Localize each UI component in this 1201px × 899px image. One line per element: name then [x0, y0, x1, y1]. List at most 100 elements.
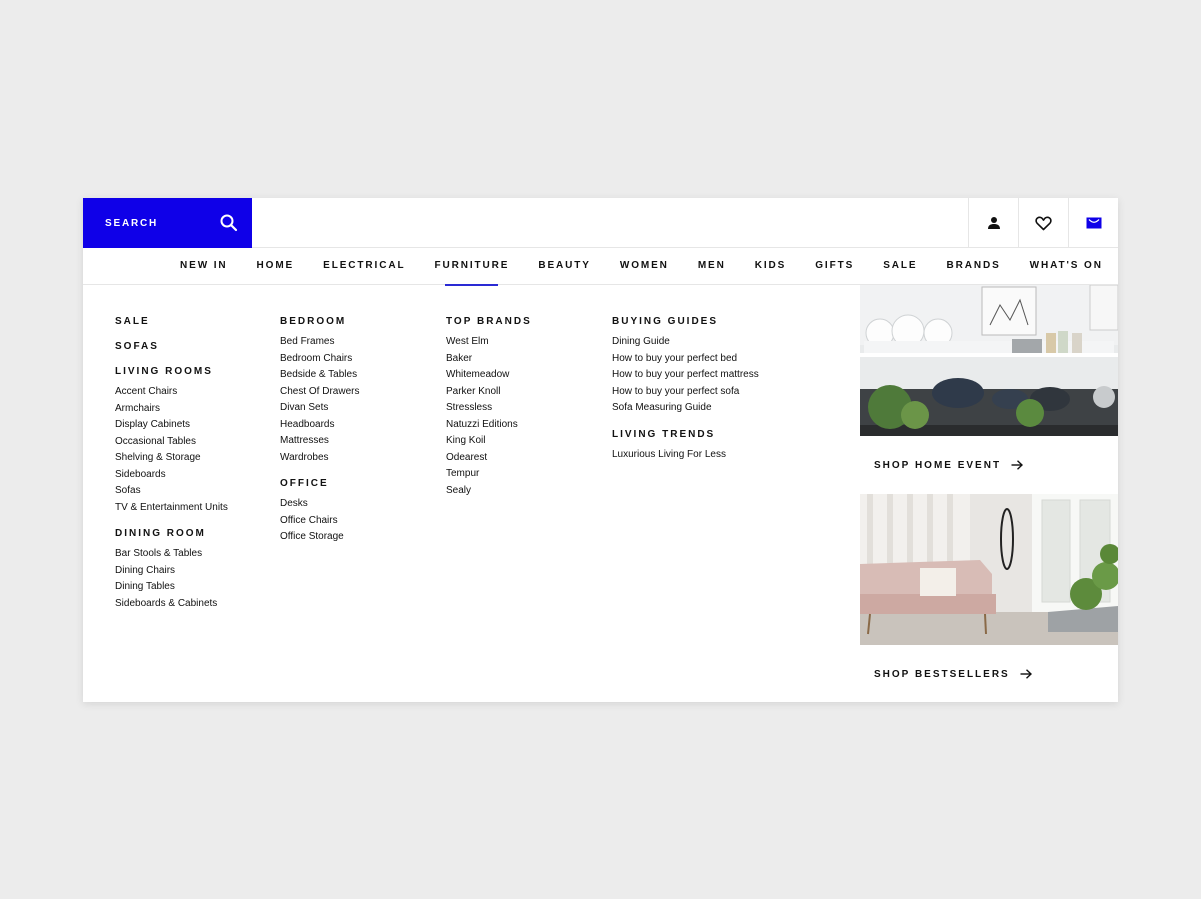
- arrow-right-icon: [1011, 460, 1023, 470]
- nav-item-kids[interactable]: KIDS: [755, 248, 787, 285]
- menu-link[interactable]: How to buy your perfect bed: [612, 351, 759, 368]
- search-icon[interactable]: [219, 213, 239, 233]
- menu-link[interactable]: Luxurious Living For Less: [612, 447, 759, 464]
- shop-bestsellers-link[interactable]: SHOP BESTSELLERS: [860, 645, 1118, 703]
- shop-home-event-label: SHOP HOME EVENT: [874, 460, 1001, 471]
- menu-link[interactable]: Bedside & Tables: [280, 367, 359, 384]
- promo-column: SHOP HOME EVENT SHOP BE: [860, 285, 1118, 703]
- shop-home-event-link[interactable]: SHOP HOME EVENT: [860, 436, 1118, 494]
- kitchenware-promo-image[interactable]: [860, 285, 1118, 436]
- menu-link[interactable]: Headboards: [280, 417, 359, 434]
- menu-link[interactable]: Bedroom Chairs: [280, 351, 359, 368]
- nav-list: NEW IN HOME ELECTRICAL FURNITURE BEAUTY WOMEN…: [180, 248, 1132, 285]
- menu-link[interactable]: Bar Stools & Tables: [115, 546, 228, 563]
- top-brands-links: West ElmBakerWhitemeadowParker KnollStre…: [446, 334, 532, 499]
- menu-link[interactable]: Sealy: [446, 483, 532, 500]
- menu-link[interactable]: Tempur: [446, 466, 532, 483]
- menu-column-3: TOP BRANDS West ElmBakerWhitemeadowParke…: [446, 315, 532, 499]
- menu-link[interactable]: Odearest: [446, 450, 532, 467]
- menu-link[interactable]: Natuzzi Editions: [446, 417, 532, 434]
- section-bedroom: BEDROOM Bed FramesBedroom ChairsBedside …: [280, 315, 359, 466]
- menu-link[interactable]: Wardrobes: [280, 450, 359, 467]
- nav-item-gifts[interactable]: GIFTS: [815, 248, 854, 285]
- menu-link[interactable]: Accent Chairs: [115, 384, 228, 401]
- menu-link[interactable]: Whitemeadow: [446, 367, 532, 384]
- nav-item-furniture[interactable]: FURNITURE: [434, 248, 509, 285]
- menu-link[interactable]: Baker: [446, 351, 532, 368]
- menu-link[interactable]: Sideboards & Cabinets: [115, 596, 228, 613]
- menu-link[interactable]: Parker Knoll: [446, 384, 532, 401]
- menu-link[interactable]: Dining Tables: [115, 579, 228, 596]
- nav-item-beauty[interactable]: BEAUTY: [538, 248, 591, 285]
- menu-link[interactable]: How to buy your perfect mattress: [612, 367, 759, 384]
- menu-heading-sofas[interactable]: SOFAS: [115, 340, 228, 356]
- nav-item-sale[interactable]: SALE: [883, 248, 917, 285]
- menu-link[interactable]: King Koil: [446, 433, 532, 450]
- user-icon: [987, 216, 1001, 230]
- menu-heading-bedroom[interactable]: BEDROOM: [280, 315, 359, 331]
- main-nav: NEW IN HOME ELECTRICAL FURNITURE BEAUTY WOMEN…: [83, 248, 1118, 285]
- section-top-brands: TOP BRANDS West ElmBakerWhitemeadowParke…: [446, 315, 532, 499]
- nav-item-brands[interactable]: BRANDS: [946, 248, 1000, 285]
- menu-link[interactable]: How to buy your perfect sofa: [612, 384, 759, 401]
- menu-link[interactable]: Dining Guide: [612, 334, 759, 351]
- menu-link[interactable]: Display Cabinets: [115, 417, 228, 434]
- section-dining-room: DINING ROOM Bar Stools & TablesDining Ch…: [115, 527, 228, 612]
- basket-button[interactable]: [1068, 198, 1118, 248]
- nav-item-men[interactable]: MEN: [698, 248, 726, 285]
- menu-link[interactable]: West Elm: [446, 334, 532, 351]
- nav-item-women[interactable]: WOMEN: [620, 248, 669, 285]
- menu-link[interactable]: Dining Chairs: [115, 563, 228, 580]
- menu-link[interactable]: Shelving & Storage: [115, 450, 228, 467]
- menu-heading-office[interactable]: OFFICE: [280, 477, 359, 493]
- menu-link[interactable]: Armchairs: [115, 401, 228, 418]
- wishlist-button[interactable]: [1018, 198, 1068, 248]
- search-label: SEARCH: [105, 218, 158, 229]
- menu-link[interactable]: Sofa Measuring Guide: [612, 400, 759, 417]
- menu-heading-living-trends[interactable]: LIVING TRENDS: [612, 428, 759, 444]
- section-living-rooms: LIVING ROOMS Accent ChairsArmchairsDispl…: [115, 365, 228, 516]
- menu-link[interactable]: Occasional Tables: [115, 434, 228, 451]
- menu-heading-living-rooms[interactable]: LIVING ROOMS: [115, 365, 228, 381]
- menu-heading-buying-guides[interactable]: BUYING GUIDES: [612, 315, 759, 331]
- heart-icon: [1035, 216, 1052, 231]
- menu-column-2: BEDROOM Bed FramesBedroom ChairsBedside …: [280, 315, 359, 546]
- menu-heading-sale[interactable]: SALE: [115, 315, 228, 331]
- account-button[interactable]: [968, 198, 1018, 248]
- top-bar: SEARCH: [83, 198, 1118, 248]
- menu-column-1: SALE SOFAS LIVING ROOMS Accent ChairsArm…: [115, 315, 228, 612]
- menu-link[interactable]: Bed Frames: [280, 334, 359, 351]
- living-room-promo-image[interactable]: [860, 494, 1118, 645]
- menu-heading-dining-room[interactable]: DINING ROOM: [115, 527, 228, 543]
- mega-menu-panel: SEARCH: [83, 198, 1118, 702]
- menu-link[interactable]: Sideboards: [115, 467, 228, 484]
- nav-item-home[interactable]: HOME: [257, 248, 295, 285]
- office-links: DesksOffice ChairsOffice Storage: [280, 496, 359, 546]
- menu-link[interactable]: Office Storage: [280, 529, 359, 546]
- nav-item-what-s-on[interactable]: WHAT'S ON: [1030, 248, 1103, 285]
- menu-heading-top-brands[interactable]: TOP BRANDS: [446, 315, 532, 331]
- section-living-trends: LIVING TRENDS Luxurious Living For Less: [612, 428, 759, 464]
- menu-link[interactable]: Divan Sets: [280, 400, 359, 417]
- menu-link[interactable]: Sofas: [115, 483, 228, 500]
- menu-link[interactable]: Mattresses: [280, 433, 359, 450]
- menu-link[interactable]: Chest Of Drawers: [280, 384, 359, 401]
- menu-link[interactable]: Stressless: [446, 400, 532, 417]
- menu-link[interactable]: Desks: [280, 496, 359, 513]
- menu-link[interactable]: Office Chairs: [280, 513, 359, 530]
- basket-icon: [1086, 217, 1102, 229]
- buying-guides-links: Dining GuideHow to buy your perfect bedH…: [612, 334, 759, 417]
- search-box[interactable]: SEARCH: [83, 198, 252, 248]
- living-rooms-links: Accent ChairsArmchairsDisplay CabinetsOc…: [115, 384, 228, 516]
- menu-link[interactable]: TV & Entertainment Units: [115, 500, 228, 517]
- living-trends-links: Luxurious Living For Less: [612, 447, 759, 464]
- shop-bestsellers-label: SHOP BESTSELLERS: [874, 669, 1010, 680]
- menu-column-4: BUYING GUIDES Dining GuideHow to buy you…: [612, 315, 759, 463]
- dining-room-links: Bar Stools & TablesDining ChairsDining T…: [115, 546, 228, 612]
- nav-item-electrical[interactable]: ELECTRICAL: [323, 248, 405, 285]
- arrow-right-icon: [1020, 669, 1032, 679]
- bedroom-links: Bed FramesBedroom ChairsBedside & Tables…: [280, 334, 359, 466]
- account-actions: [968, 198, 1118, 248]
- nav-item-new-in[interactable]: NEW IN: [180, 248, 228, 285]
- section-buying-guides: BUYING GUIDES Dining GuideHow to buy you…: [612, 315, 759, 417]
